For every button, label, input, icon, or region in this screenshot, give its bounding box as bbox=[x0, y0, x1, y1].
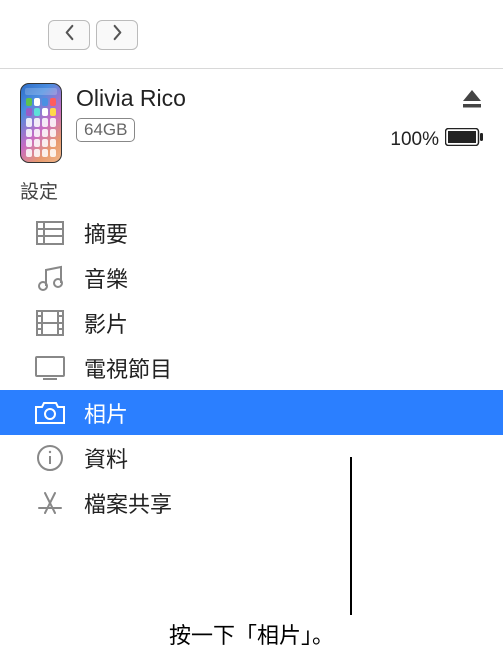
sidebar-section-label: 設定 bbox=[0, 175, 503, 210]
device-thumbnail bbox=[20, 83, 62, 163]
eject-icon[interactable] bbox=[461, 89, 483, 114]
music-icon bbox=[34, 262, 66, 294]
sidebar-item-summary[interactable]: 摘要 bbox=[0, 210, 503, 255]
sidebar-item-label: 相片 bbox=[84, 397, 128, 429]
sidebar-item-music[interactable]: 音樂 bbox=[0, 255, 503, 300]
sidebar-list: 摘要 音樂 影片 電視節目 相片 資料 檔案共享 bbox=[0, 210, 503, 525]
sidebar-item-label: 電視節目 bbox=[84, 352, 172, 384]
sidebar-item-label: 影片 bbox=[84, 307, 128, 339]
appstore-icon bbox=[34, 487, 66, 519]
camera-icon bbox=[34, 397, 66, 429]
tv-icon bbox=[34, 352, 66, 384]
sidebar-item-movies[interactable]: 影片 bbox=[0, 300, 503, 345]
nav-back-button[interactable] bbox=[48, 20, 90, 50]
sidebar-item-tvshows[interactable]: 電視節目 bbox=[0, 345, 503, 390]
device-header: Olivia Rico 64GB 100% bbox=[0, 69, 503, 175]
sidebar-item-label: 資料 bbox=[84, 442, 128, 474]
sidebar-item-info[interactable]: 資料 bbox=[0, 435, 503, 480]
chevron-right-icon bbox=[111, 24, 124, 46]
capacity-badge: 64GB bbox=[76, 118, 135, 142]
device-name: Olivia Rico bbox=[76, 85, 390, 112]
chevron-left-icon bbox=[63, 24, 76, 46]
sidebar-item-label: 檔案共享 bbox=[84, 487, 172, 519]
sidebar-item-photos[interactable]: 相片 bbox=[0, 390, 503, 435]
battery-percent: 100% bbox=[390, 129, 439, 151]
nav-forward-button[interactable] bbox=[96, 20, 138, 50]
battery-icon bbox=[445, 128, 483, 151]
summary-icon bbox=[34, 217, 66, 249]
info-icon bbox=[34, 442, 66, 474]
sidebar-item-label: 摘要 bbox=[84, 217, 128, 249]
figure-caption: 按一下「相片」。 bbox=[0, 618, 503, 650]
sidebar-item-label: 音樂 bbox=[84, 262, 128, 294]
callout-pointer-line bbox=[350, 457, 352, 615]
film-icon bbox=[34, 307, 66, 339]
sidebar-item-filesharing[interactable]: 檔案共享 bbox=[0, 480, 503, 525]
